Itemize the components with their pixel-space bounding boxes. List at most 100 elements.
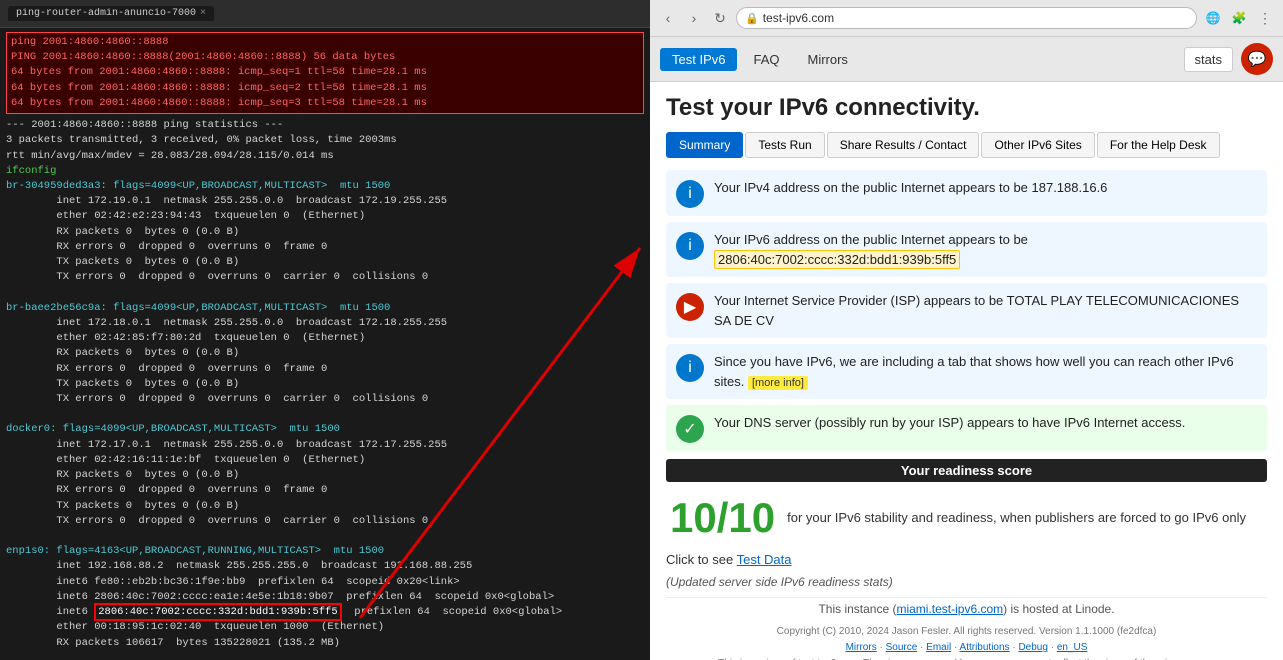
terminal-tab[interactable]: ping-router-admin-anuncio-7000 ×	[8, 6, 214, 21]
enp-inet: inet 192.168.88.2 netmask 255.255.255.0 …	[6, 559, 644, 574]
tab-info-card: i Since you have IPv6, we are including …	[666, 344, 1267, 399]
br-ether-2: ether 02:42:85:f7:80:2d txqueuelen 0 (Et…	[6, 331, 644, 346]
dns-info-text: Your DNS server (possibly run by your IS…	[714, 413, 1185, 433]
test-data-row: Click to see Test Data	[666, 548, 1267, 571]
docker-ether: ether 02:42:16:11:1e:bf txqueuelen 0 (Et…	[6, 453, 644, 468]
stats-line-1: --- 2001:4860:4860::8888 ping statistics…	[6, 118, 644, 133]
ipv6-address-highlight: 2806:40c:7002:cccc:332d:bdd1:939b:5ff5	[714, 250, 960, 269]
ifconfig-cmd: ifconfig	[6, 164, 644, 179]
br-rx-2: RX packets 0 bytes 0 (0.0 B)	[6, 346, 644, 361]
footer-link-email[interactable]: Email	[926, 642, 951, 653]
footer-mirror-note: This is a mirror of test-ipv6.com. The v…	[666, 656, 1267, 660]
enp-line: enp1s0: flags=4163<UP,BROADCAST,RUNNING,…	[6, 544, 644, 559]
translate-icon[interactable]: 🌐	[1203, 8, 1223, 28]
nav-item-faq[interactable]: FAQ	[741, 48, 791, 71]
footer-links: Mirrors · Source · Email · Attributions …	[666, 640, 1267, 656]
updated-text: (Updated server side IPv6 readiness stat…	[666, 571, 1267, 593]
score-description: for your IPv6 stability and readiness, w…	[787, 508, 1246, 528]
tab-summary[interactable]: Summary	[666, 132, 743, 158]
ipv6-text-pre: Your IPv6 address on the public Internet…	[714, 232, 1028, 247]
footer-link-attributions[interactable]: Attributions	[960, 642, 1010, 653]
br-txe-2: TX errors 0 dropped 0 overruns 0 carrier…	[6, 392, 644, 407]
forward-button[interactable]: ›	[684, 8, 704, 28]
terminal-panel: ping-router-admin-anuncio-7000 × ping 20…	[0, 0, 650, 660]
isp-info-icon: ▶	[676, 293, 704, 321]
enp-ether: ether 00:18:95:1c:02:40 txqueuelen 1000 …	[6, 620, 644, 635]
secure-icon: 🔒	[745, 12, 759, 25]
isp-info-text: Your Internet Service Provider (ISP) app…	[714, 291, 1257, 330]
close-tab-icon[interactable]: ×	[200, 8, 206, 19]
stats-line-3: rtt min/avg/max/mdev = 28.083/28.094/28.…	[6, 149, 644, 164]
ipv4-info-icon: i	[676, 180, 704, 208]
docker-rxe: RX errors 0 dropped 0 overruns 0 frame 0	[6, 483, 644, 498]
br-tx-1: TX packets 0 bytes 0 (0.0 B)	[6, 255, 644, 270]
address-bar[interactable]: 🔒 test-ipv6.com	[736, 7, 1197, 29]
footer-link-locale[interactable]: en_US	[1057, 642, 1088, 653]
hosted-post: ) is hosted at Linode.	[1003, 602, 1114, 616]
isp-info-card: ▶ Your Internet Service Provider (ISP) a…	[666, 283, 1267, 338]
footer-link-source[interactable]: Source	[886, 642, 918, 653]
ping-line-5: 64 bytes from 2001:4860:4860::8888: icmp…	[11, 96, 639, 111]
br-rx-1: RX packets 0 bytes 0 (0.0 B)	[6, 225, 644, 240]
dns-info-icon: ✓	[676, 415, 704, 443]
site-navbar: Test IPv6 FAQ Mirrors stats 💬	[650, 37, 1283, 82]
browser-panel: ‹ › ↻ 🔒 test-ipv6.com 🌐 🧩 ⋮ Test IPv6 FA…	[650, 0, 1283, 660]
tab-tests-run[interactable]: Tests Run	[745, 132, 824, 158]
footer-copyright: Copyright (C) 2010, 2024 Jason Fesler. A…	[666, 620, 1267, 660]
ipv6-info-card: i Your IPv6 address on the public Intern…	[666, 222, 1267, 277]
terminal-tab-label: ping-router-admin-anuncio-7000	[16, 8, 196, 19]
ping-line-1: ping 2001:4860:4860::8888	[11, 35, 639, 50]
stats-button[interactable]: stats	[1184, 47, 1233, 72]
tab-other-ipv6[interactable]: Other IPv6 Sites	[981, 132, 1094, 158]
browser-nav-row: ‹ › ↻ 🔒 test-ipv6.com 🌐 🧩 ⋮	[658, 4, 1275, 32]
br-inet-2: inet 172.18.0.1 netmask 255.255.0.0 broa…	[6, 316, 644, 331]
back-button[interactable]: ‹	[658, 8, 678, 28]
docker-rx: RX packets 0 bytes 0 (0.0 B)	[6, 468, 644, 483]
browser-menu-icon[interactable]: ⋮	[1255, 8, 1275, 28]
ipv4-info-card: i Your IPv4 address on the public Intern…	[666, 170, 1267, 216]
nav-item-mirrors[interactable]: Mirrors	[795, 48, 859, 71]
br-line-1: br-304959ded3a3: flags=4099<UP,BROADCAST…	[6, 179, 644, 194]
stats-line-2: 3 packets transmitted, 3 received, 0% pa…	[6, 133, 644, 148]
docker-line: docker0: flags=4099<UP,BROADCAST,MULTICA…	[6, 422, 644, 437]
reload-button[interactable]: ↻	[710, 8, 730, 28]
docker-txe: TX errors 0 dropped 0 overruns 0 carrier…	[6, 514, 644, 529]
br-line-2: br-baee2be56c9a: flags=4099<UP,BROADCAST…	[6, 301, 644, 316]
test-data-link[interactable]: Test Data	[737, 552, 792, 567]
spacer-1	[6, 286, 644, 301]
more-info-link[interactable]: [more info]	[748, 376, 808, 390]
tab-help-desk[interactable]: For the Help Desk	[1097, 132, 1220, 158]
chat-bubble-icon[interactable]: 💬	[1241, 43, 1273, 75]
br-inet-1: inet 172.19.0.1 netmask 255.255.0.0 broa…	[6, 194, 644, 209]
docker-inet: inet 172.17.0.1 netmask 255.255.0.0 broa…	[6, 438, 644, 453]
br-ether-1: ether 02:42:e2:23:94:43 txqueuelen 0 (Et…	[6, 209, 644, 224]
browser-chrome: ‹ › ↻ 🔒 test-ipv6.com 🌐 🧩 ⋮	[650, 0, 1283, 37]
site-title: Test your IPv6 connectivity.	[666, 94, 1267, 122]
terminal-output: ping 2001:4860:4860::8888 PING 2001:4860…	[0, 28, 650, 660]
br-rxe-2: RX errors 0 dropped 0 overruns 0 frame 0	[6, 362, 644, 377]
footer-link-debug[interactable]: Debug	[1018, 642, 1047, 653]
website-content: Test IPv6 FAQ Mirrors stats 💬 Test your …	[650, 37, 1283, 660]
br-txe-1: TX errors 0 dropped 0 overruns 0 carrier…	[6, 270, 644, 285]
tab-share-results[interactable]: Share Results / Contact	[827, 132, 980, 158]
spacer-3	[6, 529, 644, 544]
ping-line-4: 64 bytes from 2001:4860:4860::8888: icmp…	[11, 81, 639, 96]
br-rxe-1: RX errors 0 dropped 0 overruns 0 frame 0	[6, 240, 644, 255]
nav-item-testipv6[interactable]: Test IPv6	[660, 48, 737, 71]
footer-link-mirrors[interactable]: Mirrors	[846, 642, 877, 653]
spacer-2	[6, 407, 644, 422]
terminal-tab-bar: ping-router-admin-anuncio-7000 ×	[0, 0, 650, 28]
ping-line-2: PING 2001:4860:4860::8888(2001:4860:4860…	[11, 50, 639, 65]
docker-tx: TX packets 0 bytes 0 (0.0 B)	[6, 499, 644, 514]
ipv6-info-icon: i	[676, 232, 704, 260]
br-tx-2: TX packets 0 bytes 0 (0.0 B)	[6, 377, 644, 392]
hosted-link[interactable]: miami.test-ipv6.com	[896, 602, 1003, 616]
enp-rx: RX packets 106617 bytes 135228021 (135.2…	[6, 636, 644, 651]
tab-info-text: Since you have IPv6, we are including a …	[714, 352, 1257, 391]
readiness-score: 10/10	[670, 494, 775, 542]
score-row: 10/10 for your IPv6 stability and readin…	[666, 488, 1267, 548]
extensions-icon[interactable]: 🧩	[1229, 8, 1249, 28]
ping-output-block: ping 2001:4860:4860::8888 PING 2001:4860…	[6, 32, 644, 114]
ipv6-info-text: Your IPv6 address on the public Internet…	[714, 230, 1257, 269]
dns-info-card: ✓ Your DNS server (possibly run by your …	[666, 405, 1267, 451]
